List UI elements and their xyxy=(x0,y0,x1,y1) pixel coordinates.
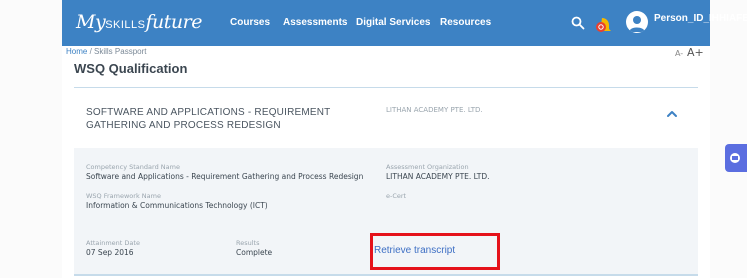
main-content: WSQ Qualification SOFTWARE AND APPLICATI… xyxy=(62,60,710,278)
side-tab-icon xyxy=(730,153,740,163)
left-margin xyxy=(0,0,62,278)
card-bottom-border xyxy=(74,274,698,276)
framework-label: WSQ Framework Name xyxy=(86,192,161,200)
myskillsfuture-logo[interactable]: MySKILLSfuture xyxy=(76,11,202,33)
nav-digital-services[interactable]: Digital Services xyxy=(356,17,430,31)
qualification-card-header[interactable]: SOFTWARE AND APPLICATIONS - REQUIREMENT … xyxy=(74,88,698,148)
collapse-chevron-up-icon[interactable] xyxy=(666,109,678,119)
qualification-title: SOFTWARE AND APPLICATIONS - REQUIREMENT … xyxy=(86,107,331,131)
nav-courses[interactable]: Courses xyxy=(230,17,270,31)
ecert-label: e-Cert xyxy=(386,192,407,200)
logo-middle: SKILLS xyxy=(105,19,146,31)
qualification-card: SOFTWARE AND APPLICATIONS - REQUIREMENT … xyxy=(74,87,698,278)
page-title: WSQ Qualification xyxy=(74,61,188,76)
breadcrumb: Home / Skills Passport xyxy=(66,47,146,56)
increase-font-button[interactable]: A+ xyxy=(687,46,704,59)
competency-value: Software and Applications - Requirement … xyxy=(86,172,364,181)
notification-bell-icon[interactable] xyxy=(594,13,616,35)
decrease-font-button[interactable]: A- xyxy=(675,49,683,58)
logo-suffix: future xyxy=(145,11,203,33)
assessment-org-value: LITHAN ACADEMY PTE. LTD. xyxy=(386,172,490,181)
attainment-date-value: 07 Sep 2016 xyxy=(86,248,134,257)
page: MySKILLSfuture Courses Assessments Digit… xyxy=(0,0,747,278)
breadcrumb-home[interactable]: Home xyxy=(66,47,87,56)
nav-resources[interactable]: Resources xyxy=(440,17,491,31)
training-provider: LITHAN ACADEMY PTE. LTD. xyxy=(386,106,483,114)
results-value: Complete xyxy=(236,248,273,257)
attainment-date-label: Attainment Date xyxy=(86,239,140,247)
breadcrumb-separator: / xyxy=(87,47,95,56)
feedback-side-tab[interactable] xyxy=(725,144,747,172)
right-margin xyxy=(710,0,747,278)
framework-value: Information & Communications Technology … xyxy=(86,201,268,210)
username[interactable]: Person_ID_IHHIAFB xyxy=(654,13,747,24)
retrieve-transcript-link[interactable]: Retrieve transcript xyxy=(374,245,455,256)
competency-label: Competency Standard Name xyxy=(86,163,180,171)
search-icon[interactable] xyxy=(571,16,585,30)
assessment-org-label: Assessment Organization xyxy=(386,163,469,171)
results-label: Results xyxy=(236,239,260,247)
logo-prefix: My xyxy=(76,11,106,33)
avatar-icon xyxy=(629,16,645,32)
top-navigation-bar: MySKILLSfuture Courses Assessments Digit… xyxy=(62,0,747,46)
breadcrumb-bar: Home / Skills Passport A- A+ xyxy=(62,46,710,60)
user-avatar[interactable] xyxy=(626,11,648,33)
nav-assessments[interactable]: Assessments xyxy=(283,17,347,31)
breadcrumb-current: Skills Passport xyxy=(94,47,147,56)
